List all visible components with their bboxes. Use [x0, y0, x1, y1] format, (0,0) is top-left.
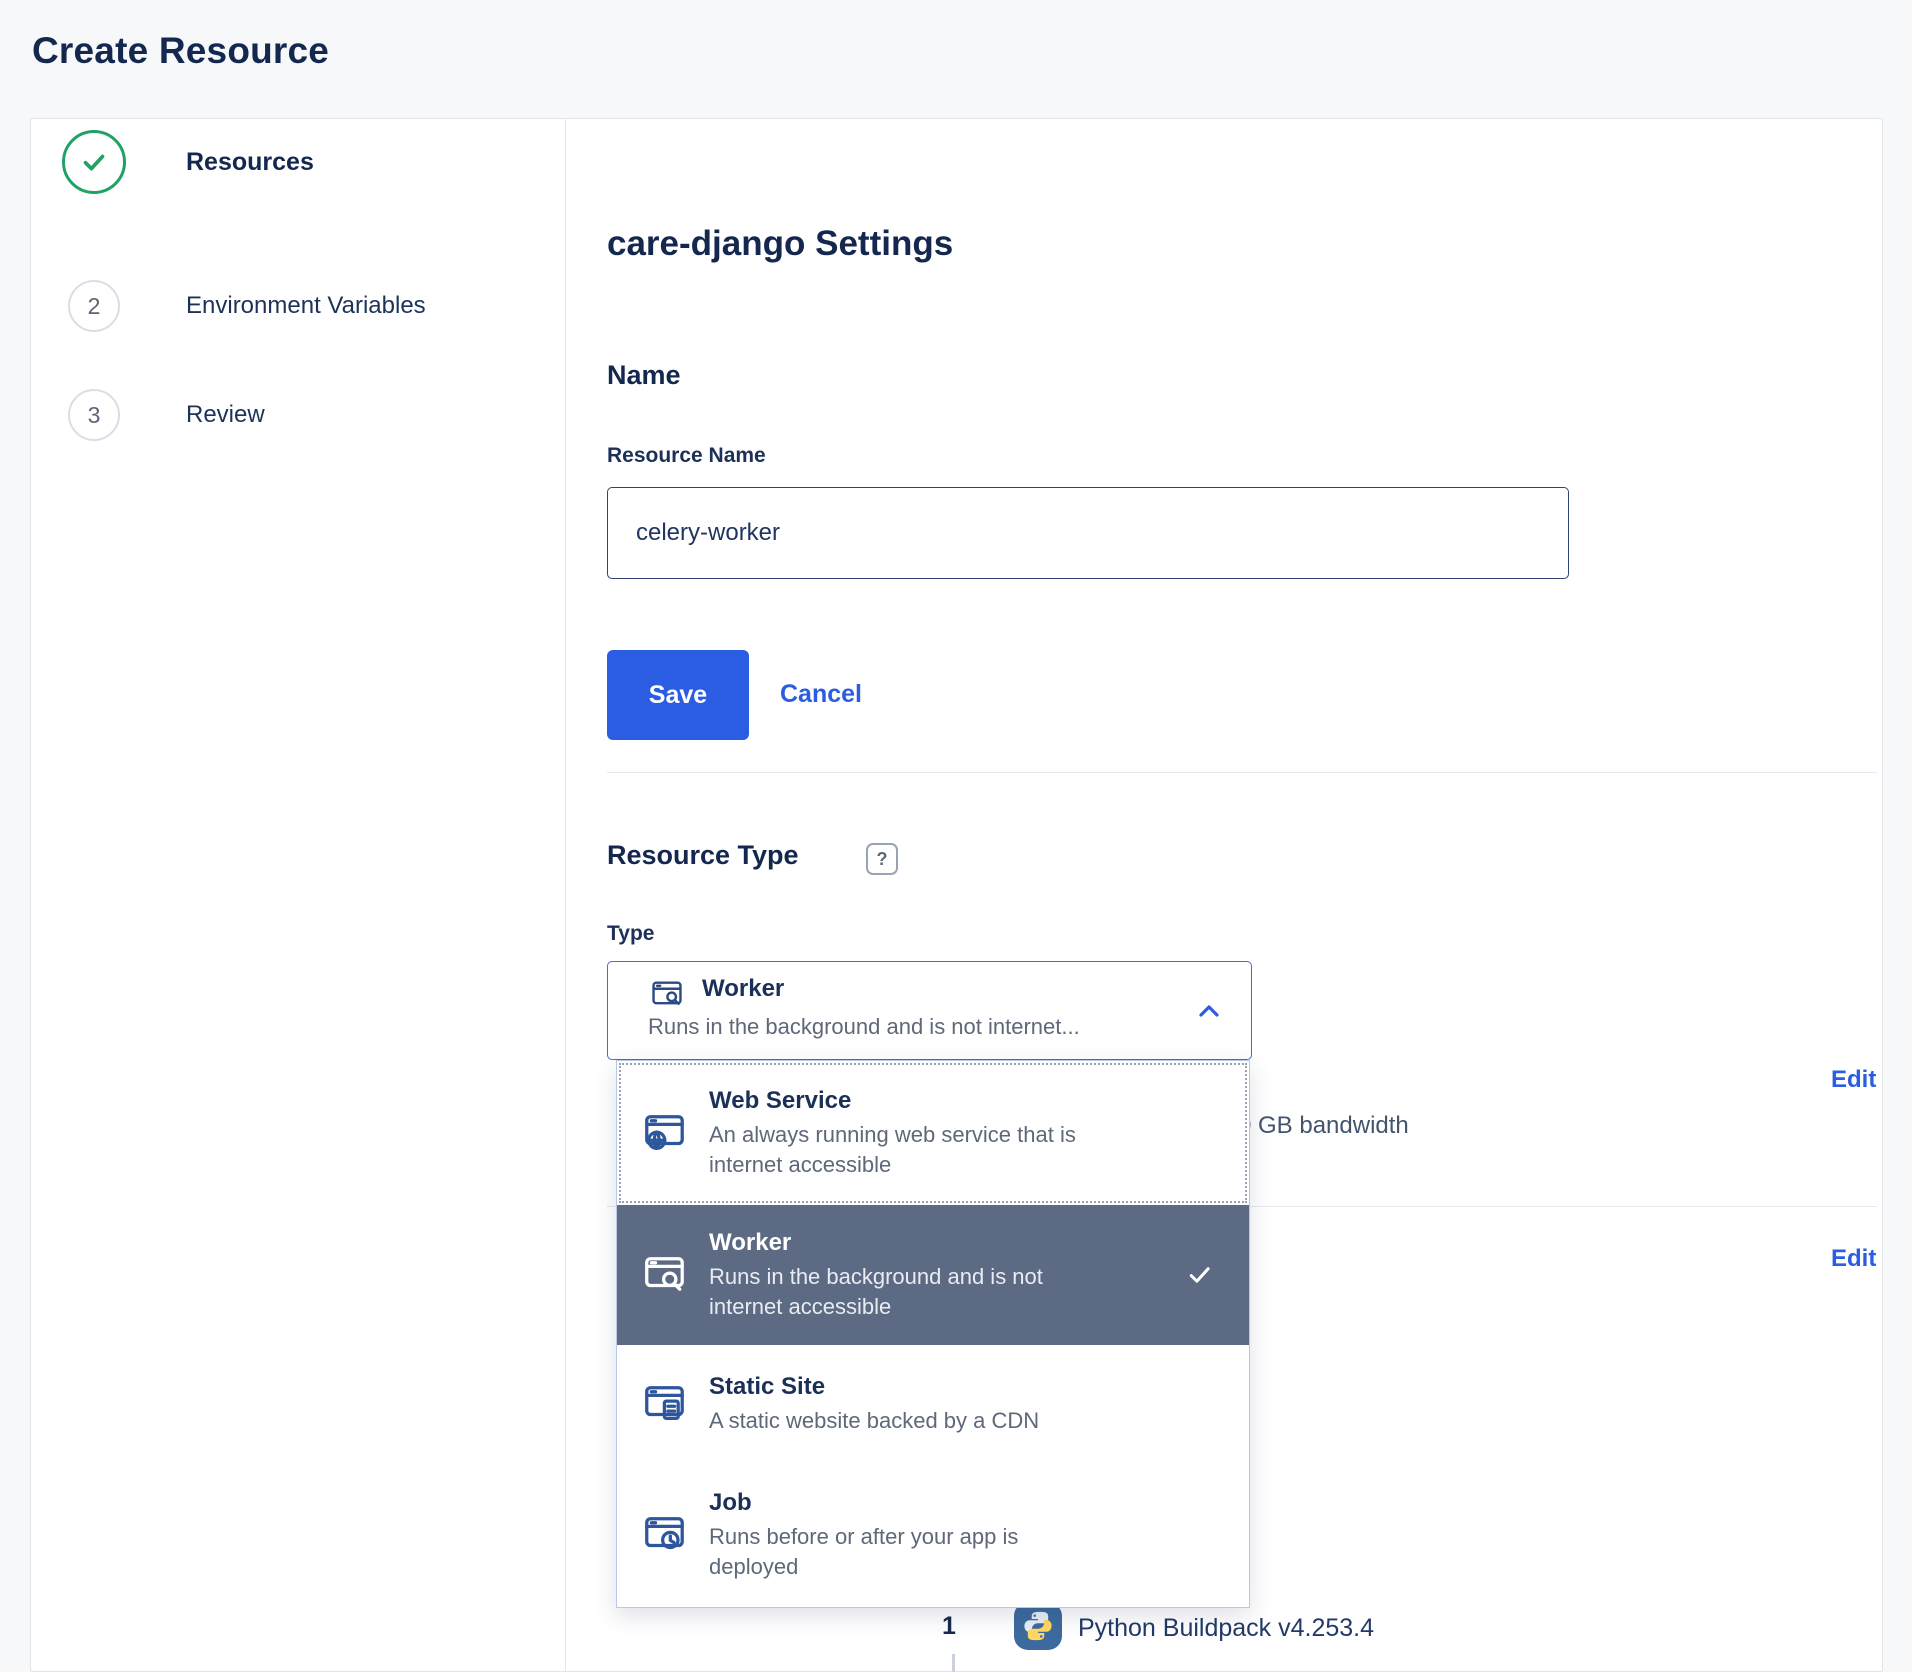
sidebar-divider: [565, 119, 566, 1672]
option-title: Worker: [709, 1229, 1079, 1257]
check-icon: [77, 145, 111, 179]
step-review[interactable]: 3 Review: [68, 389, 528, 441]
selected-type-title: Worker: [702, 975, 784, 1003]
option-description: Runs in the background and is not intern…: [709, 1262, 1079, 1320]
selected-check-icon: [1185, 1260, 1215, 1290]
name-section-heading: Name: [607, 360, 681, 391]
resource-name-input[interactable]: [607, 487, 1569, 579]
job-icon: [641, 1512, 687, 1558]
python-icon: [1014, 1602, 1062, 1650]
step-number-circle: 3: [68, 389, 120, 441]
selected-type-description: Runs in the background and is not intern…: [648, 1014, 1188, 1040]
option-text: Job Runs before or after your app is dep…: [709, 1489, 1054, 1580]
step-complete-circle: [62, 130, 126, 194]
option-title: Job: [709, 1489, 1054, 1517]
type-option-static-site[interactable]: Static Site A static website backed by a…: [617, 1345, 1249, 1463]
step-label-resources: Resources: [186, 148, 314, 177]
static-site-icon: [641, 1381, 687, 1427]
settings-title: care-django Settings: [607, 224, 953, 264]
buildpack-index: 1: [942, 1612, 956, 1641]
option-description: A static website backed by a CDN: [709, 1406, 1039, 1435]
type-label: Type: [607, 922, 654, 946]
option-title: Static Site: [709, 1373, 1039, 1401]
section-divider: [607, 772, 1877, 773]
create-resource-page: Create Resource Resources 2 Environment …: [0, 0, 1912, 1672]
option-title: Web Service: [709, 1087, 1109, 1115]
option-text: Web Service An always running web servic…: [709, 1087, 1109, 1178]
edit-link-top[interactable]: Edit: [1831, 1066, 1876, 1094]
step-environment-variables[interactable]: 2 Environment Variables: [68, 280, 528, 332]
resource-name-label: Resource Name: [607, 444, 766, 468]
step-number-circle: 2: [68, 280, 120, 332]
type-option-worker[interactable]: Worker Runs in the background and is not…: [617, 1205, 1249, 1345]
buildpack-label: Python Buildpack v4.253.4: [1078, 1614, 1374, 1643]
resource-type-select[interactable]: Worker Runs in the background and is not…: [607, 961, 1252, 1060]
save-button[interactable]: Save: [607, 650, 749, 740]
option-text: Static Site A static website backed by a…: [709, 1373, 1039, 1435]
bandwidth-text: 0 GB bandwidth: [1238, 1112, 1409, 1140]
worker-icon: [641, 1252, 687, 1298]
timeline-connector: [952, 1654, 955, 1672]
web-service-icon: [641, 1110, 687, 1156]
option-text: Worker Runs in the background and is not…: [709, 1229, 1079, 1320]
option-description: An always running web service that is in…: [709, 1120, 1109, 1178]
step-resources[interactable]: Resources: [62, 130, 522, 194]
resource-type-menu: Web Service An always running web servic…: [616, 1060, 1250, 1608]
page-title: Create Resource: [32, 30, 329, 72]
option-description: Runs before or after your app is deploye…: [709, 1522, 1054, 1580]
chevron-up-icon: [1193, 995, 1225, 1027]
step-label-environment-variables: Environment Variables: [186, 292, 426, 320]
type-option-job[interactable]: Job Runs before or after your app is dep…: [617, 1463, 1249, 1607]
cancel-link[interactable]: Cancel: [780, 680, 862, 709]
type-option-web-service[interactable]: Web Service An always running web servic…: [617, 1061, 1249, 1205]
step-label-review: Review: [186, 401, 265, 429]
help-icon[interactable]: ?: [866, 843, 898, 875]
resource-type-heading: Resource Type: [607, 840, 799, 871]
edit-link-bottom[interactable]: Edit: [1831, 1245, 1876, 1273]
worker-icon: [650, 977, 684, 1011]
